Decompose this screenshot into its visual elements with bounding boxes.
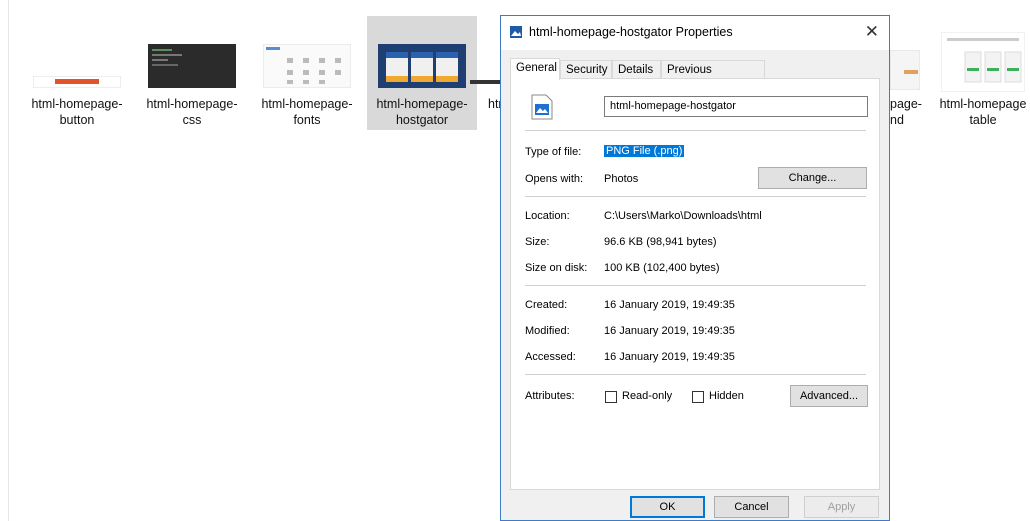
- accessed-label: Accessed:: [525, 351, 576, 363]
- created-label: Created:: [525, 299, 568, 311]
- read-only-checkbox[interactable]: [605, 391, 617, 403]
- png-file-icon: [531, 94, 553, 120]
- advanced-button[interactable]: Advanced...: [790, 385, 868, 407]
- separator: [525, 130, 866, 131]
- thumbnail-partial: [470, 80, 500, 84]
- general-panel: html-homepage-hostgator Type of file: PN…: [510, 78, 880, 490]
- type-label: Type of file:: [525, 146, 582, 158]
- file-name: html-homepage-hostgator: [376, 97, 468, 127]
- file-item-partial[interactable]: htm: [470, 16, 500, 130]
- change-button[interactable]: Change...: [758, 167, 867, 189]
- size-on-disk-value: 100 KB (102,400 bytes): [604, 262, 720, 274]
- file-name: html-homepage-css: [146, 97, 238, 127]
- size-label: Size:: [525, 236, 550, 248]
- location-label: Location:: [525, 210, 570, 222]
- accessed-value: 16 January 2019, 19:49:35: [604, 351, 735, 363]
- location-value: C:\Users\Marko\Downloads\html: [604, 210, 762, 222]
- file-name: html-homepage-fonts: [261, 97, 353, 127]
- file-item-partial-right[interactable]: page-nd: [890, 16, 930, 130]
- properties-dialog: html-homepage-hostgator Properties ✕ Gen…: [500, 15, 890, 521]
- title-bar[interactable]: html-homepage-hostgator Properties ✕: [501, 16, 889, 50]
- separator: [525, 196, 866, 197]
- tab-security[interactable]: Security: [560, 60, 612, 78]
- apply-button[interactable]: Apply: [804, 496, 879, 518]
- explorer-left-border: [8, 0, 9, 521]
- hidden-label[interactable]: Hidden: [709, 390, 744, 402]
- opens-with-label: Opens with:: [525, 173, 584, 185]
- separator: [525, 374, 866, 375]
- file-item-fonts[interactable]: html-homepage-fonts: [252, 16, 362, 130]
- opens-with-value: Photos: [604, 173, 639, 185]
- hidden-checkbox[interactable]: [692, 391, 704, 403]
- modified-value: 16 January 2019, 19:49:35: [604, 325, 735, 337]
- cancel-button[interactable]: Cancel: [714, 496, 789, 518]
- file-name: html-homepage-button: [31, 97, 123, 127]
- file-item-hostgator-selected[interactable]: html-homepage-hostgator: [367, 16, 477, 130]
- thumbnail-button: [33, 76, 121, 88]
- thumbnail-hostgator: [378, 44, 466, 88]
- separator: [525, 285, 866, 286]
- tab-details[interactable]: Details: [612, 60, 661, 78]
- thumbnail-fonts: [263, 44, 351, 88]
- tab-previous-versions[interactable]: Previous Versions: [661, 60, 765, 94]
- file-item-css[interactable]: html-homepage-css: [137, 16, 247, 130]
- size-on-disk-label: Size on disk:: [525, 262, 588, 274]
- ok-button[interactable]: OK: [630, 496, 705, 518]
- dialog-title: html-homepage-hostgator Properties: [529, 25, 733, 39]
- file-name: html-homepage table: [939, 97, 1027, 127]
- thumbnail-table: [941, 32, 1025, 92]
- file-item-table[interactable]: html-homepage table: [936, 16, 1030, 130]
- file-name-field[interactable]: html-homepage-hostgator: [604, 96, 868, 117]
- thumbnail-partial-right: [890, 50, 920, 90]
- attributes-label: Attributes:: [525, 390, 575, 402]
- file-name: htm: [488, 97, 500, 111]
- file-item-button[interactable]: html-homepage-button: [22, 16, 132, 130]
- close-icon[interactable]: ✕: [865, 22, 879, 42]
- type-value[interactable]: PNG File (.png): [604, 145, 685, 157]
- thumbnail-css: [148, 44, 236, 88]
- created-value: 16 January 2019, 19:49:35: [604, 299, 735, 311]
- modified-label: Modified:: [525, 325, 570, 337]
- file-name: page-nd: [890, 97, 922, 127]
- tab-general[interactable]: General: [510, 58, 560, 80]
- size-value: 96.6 KB (98,941 bytes): [604, 236, 717, 248]
- read-only-label[interactable]: Read-only: [622, 390, 672, 402]
- image-file-icon: [510, 26, 522, 38]
